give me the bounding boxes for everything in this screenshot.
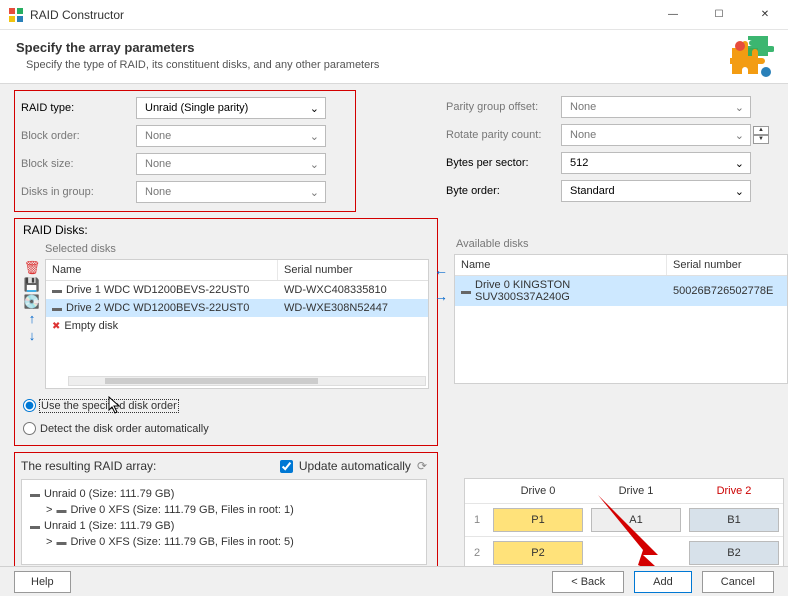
tree-item[interactable]: ▬Unraid 1 (Size: 111.79 GB): [30, 518, 418, 534]
chevron-down-icon: ⌄: [310, 102, 319, 115]
chevron-down-icon: ⌄: [310, 186, 319, 199]
cancel-button[interactable]: Cancel: [702, 571, 774, 593]
chevron-down-icon: ⌄: [735, 157, 744, 170]
use-specified-order-radio[interactable]: [23, 399, 36, 412]
parity-offset-select[interactable]: None⌄: [561, 96, 751, 118]
close-button[interactable]: ✕: [742, 0, 788, 30]
detect-order-radio[interactable]: [23, 422, 36, 435]
parity-offset-label: Parity group offset:: [446, 101, 561, 113]
scrollbar-horizontal[interactable]: [68, 376, 426, 386]
block-size-select[interactable]: None⌄: [136, 153, 326, 175]
tree-item[interactable]: >▬Drive 0 XFS (Size: 111.79 GB, Files in…: [46, 502, 418, 518]
app-icon: [8, 7, 24, 23]
bytes-sector-select[interactable]: 512⌄: [561, 152, 751, 174]
drive-icon: ▬: [52, 285, 62, 296]
update-auto-label: Update automatically: [299, 459, 411, 473]
resulting-title: The resulting RAID array:: [21, 459, 156, 473]
raid-disks-title: RAID Disks:: [23, 223, 429, 237]
slot-a1[interactable]: A1: [591, 508, 681, 532]
add-button[interactable]: Add: [634, 571, 692, 593]
disks-group-label: Disks in group:: [21, 186, 136, 198]
chevron-down-icon: ⌄: [310, 158, 319, 171]
col-name: Name: [455, 255, 667, 275]
move-down-icon[interactable]: ↓: [23, 329, 41, 342]
drive-icon: ▬: [461, 286, 471, 297]
bytes-sector-label: Bytes per sector:: [446, 157, 561, 169]
rotate-count-select[interactable]: None⌄: [561, 124, 751, 146]
delete-disk-icon[interactable]: 🗑: [23, 261, 41, 274]
byte-order-label: Byte order:: [446, 185, 561, 197]
back-button[interactable]: < Back: [552, 571, 624, 593]
drive-col-2: Drive 2: [685, 479, 783, 503]
rotate-count-label: Rotate parity count:: [446, 129, 561, 141]
tree-item[interactable]: >▬Drive 0 XFS (Size: 111.79 GB, Files in…: [46, 534, 418, 550]
detect-order-label: Detect the disk order automatically: [40, 423, 209, 435]
byte-order-select[interactable]: Standard⌄: [561, 180, 751, 202]
block-order-select[interactable]: None⌄: [136, 125, 326, 147]
table-row[interactable]: ▬Drive 2 WDC WD1200BEVS-22UST0WD-WXE308N…: [46, 299, 428, 317]
puzzle-icon: [730, 36, 774, 83]
available-disks-table[interactable]: NameSerial number ▬Drive 0 KINGSTON SUV3…: [454, 254, 788, 384]
chevron-down-icon: ⌄: [735, 129, 744, 142]
selected-disks-table[interactable]: NameSerial number ▬Drive 1 WDC WD1200BEV…: [45, 259, 429, 389]
tree-item[interactable]: ▬Unraid 0 (Size: 111.79 GB): [30, 486, 418, 502]
drive-icon: ▬: [56, 537, 66, 548]
drive-icon: ▬: [56, 505, 66, 516]
drive-layout-grid: Drive 0 Drive 1 Drive 2 1 P1 A1 B1 2 P2 …: [464, 478, 784, 570]
use-specified-order-label: Use the specified disk order: [40, 400, 178, 412]
table-row[interactable]: ✖Empty disk: [46, 317, 428, 335]
chevron-down-icon: ⌄: [310, 130, 319, 143]
drive-col-1: Drive 1: [587, 479, 685, 503]
rotate-count-spinner[interactable]: ▲▼: [753, 126, 769, 144]
drive-icon: ▬: [30, 521, 40, 532]
slot-p1[interactable]: P1: [493, 508, 583, 532]
selected-disks-label: Selected disks: [45, 243, 429, 255]
block-order-label: Block order:: [21, 130, 136, 142]
move-right-icon[interactable]: →: [434, 288, 448, 304]
slot-b1[interactable]: B1: [689, 508, 779, 532]
col-serial: Serial number: [667, 255, 787, 275]
col-name: Name: [46, 260, 278, 280]
minimize-button[interactable]: —: [650, 0, 696, 30]
row-num: 1: [465, 508, 489, 532]
drive-icon: ▬: [30, 489, 40, 500]
raid-type-select[interactable]: Unraid (Single parity)⌄: [136, 97, 326, 119]
block-size-label: Block size:: [21, 158, 136, 170]
table-row[interactable]: ▬Drive 0 KINGSTON SUV300S37A240G50026B72…: [455, 276, 787, 306]
page-title: Specify the array parameters: [16, 40, 772, 55]
move-up-icon[interactable]: ↑: [23, 312, 41, 325]
move-left-icon[interactable]: ←: [434, 262, 448, 278]
add-disk-icon[interactable]: 💾: [23, 278, 41, 291]
empty-disk-icon: ✖: [52, 321, 60, 332]
window-title: RAID Constructor: [30, 8, 650, 22]
help-button[interactable]: Help: [14, 571, 71, 593]
expand-icon[interactable]: >: [46, 504, 52, 516]
disk-set-icon[interactable]: 💽: [23, 295, 41, 308]
available-disks-label: Available disks: [456, 238, 788, 250]
row-num: 2: [465, 541, 489, 565]
page-subtitle: Specify the type of RAID, its constituen…: [16, 59, 772, 71]
slot-p2[interactable]: P2: [493, 541, 583, 565]
resulting-tree[interactable]: ▬Unraid 0 (Size: 111.79 GB) >▬Drive 0 XF…: [21, 479, 427, 565]
raid-type-label: RAID type:: [21, 102, 136, 114]
chevron-down-icon: ⌄: [735, 185, 744, 198]
chevron-down-icon: ⌄: [735, 101, 744, 114]
table-row[interactable]: ▬Drive 1 WDC WD1200BEVS-22UST0WD-WXC4083…: [46, 281, 428, 299]
drive-col-0: Drive 0: [489, 479, 587, 503]
update-auto-checkbox[interactable]: [280, 460, 293, 473]
drive-icon: ▬: [52, 303, 62, 314]
slot-b2[interactable]: B2: [689, 541, 779, 565]
disks-group-select[interactable]: None⌄: [136, 181, 326, 203]
refresh-icon[interactable]: ⟳: [417, 459, 427, 473]
maximize-button[interactable]: ☐: [696, 0, 742, 30]
expand-icon[interactable]: >: [46, 536, 52, 548]
col-serial: Serial number: [278, 260, 428, 280]
